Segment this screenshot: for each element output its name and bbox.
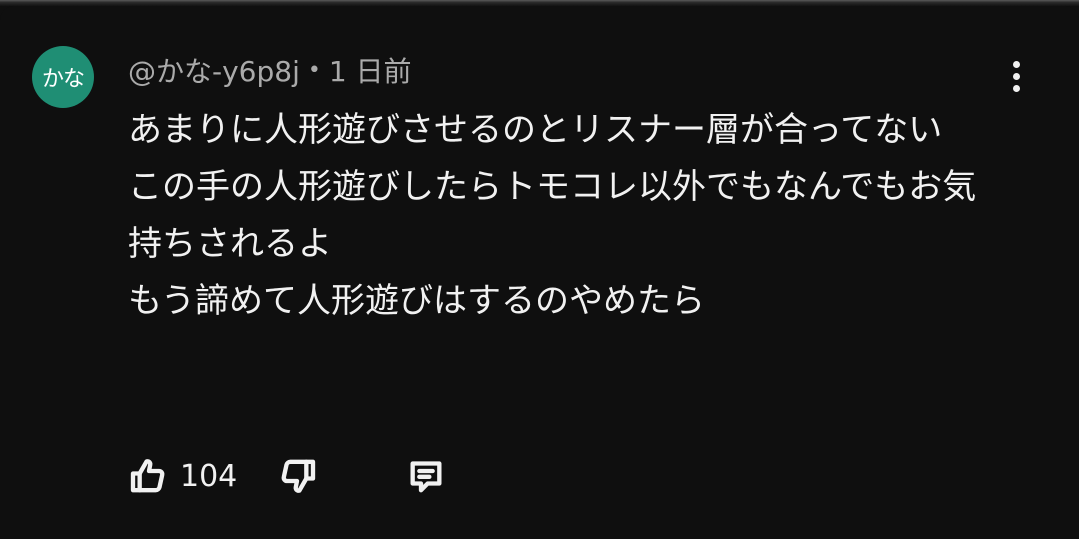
comment-text: あまりに人形遊びさせるのとリスナー層が合ってない この手の人形遊びしたらトモコレ… [128, 110, 977, 321]
comment-screen: かな @かな-y6p8j • 1 日前 あまりに人形遊びさせるのとリスナー層が合… [0, 0, 1079, 539]
comment-time: 1 日前 [328, 55, 412, 88]
avatar[interactable]: かな [32, 46, 94, 108]
more-options-button[interactable] [996, 54, 1036, 98]
comment-icon [410, 461, 442, 493]
comment-actions: 104 [126, 448, 448, 504]
comment-meta: @かな-y6p8j • 1 日前 [128, 50, 412, 90]
like-count: 104 [180, 458, 238, 494]
dislike-button[interactable] [276, 454, 320, 498]
like-button[interactable] [126, 454, 170, 498]
meta-separator: • [307, 57, 321, 83]
more-vertical-icon [1012, 60, 1020, 68]
author-handle[interactable]: @かな-y6p8j [128, 50, 300, 90]
reply-button[interactable] [404, 454, 448, 498]
thumbs-up-icon [130, 459, 165, 493]
thumbs-down-icon [281, 459, 316, 493]
